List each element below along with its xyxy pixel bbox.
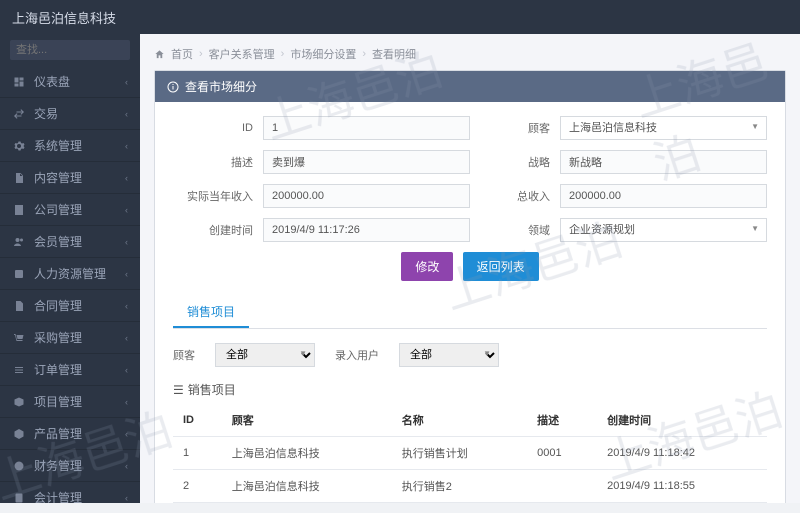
sub-tabs: 销售项目	[173, 297, 767, 329]
subtable-title: 销售项目	[188, 381, 236, 398]
sidebar-item[interactable]: 订单管理‹	[0, 354, 140, 386]
tab-sales-project[interactable]: 销售项目	[173, 297, 249, 328]
field-domain[interactable]: 企业资源规划	[560, 218, 767, 242]
breadcrumb-2[interactable]: 市场细分设置	[290, 46, 356, 62]
col-desc: 描述	[527, 404, 597, 437]
edit-button[interactable]: 修改	[401, 252, 453, 281]
field-desc[interactable]	[263, 150, 470, 174]
table-row[interactable]: 1上海邑泊信息科技执行销售计划00012019/4/9 11:18:42	[173, 437, 767, 470]
sidebar-item[interactable]: 系统管理‹	[0, 130, 140, 162]
breadcrumb: 首页 › 客户关系管理 › 市场细分设置 › 查看明细	[154, 42, 786, 70]
subtable-title-row: ☰ 销售项目	[173, 373, 767, 404]
building-icon	[12, 203, 26, 217]
chevron-icon: ‹	[125, 77, 128, 87]
col-id: ID	[173, 404, 222, 437]
breadcrumb-3: 查看明细	[372, 46, 416, 62]
filter-user[interactable]: 全部	[399, 343, 499, 367]
sidebar: 仪表盘‹交易‹系统管理‹内容管理‹公司管理‹会员管理‹人力资源管理‹合同管理‹采…	[0, 34, 140, 503]
sidebar-nav: 仪表盘‹交易‹系统管理‹内容管理‹公司管理‹会员管理‹人力资源管理‹合同管理‹采…	[0, 66, 140, 503]
sidebar-item[interactable]: 会员管理‹	[0, 226, 140, 258]
chevron-icon: ‹	[125, 205, 128, 215]
info-icon	[167, 81, 179, 93]
filter-customer-label: 顾客	[173, 347, 195, 363]
users-icon	[12, 235, 26, 249]
sidebar-item[interactable]: 内容管理‹	[0, 162, 140, 194]
chevron-icon: ‹	[125, 397, 128, 407]
filter-customer[interactable]: 全部	[215, 343, 315, 367]
back-button[interactable]: 返回列表	[463, 252, 539, 281]
col-name: 名称	[392, 404, 527, 437]
label-created: 创建时间	[173, 222, 263, 238]
field-total-income[interactable]	[560, 184, 767, 208]
sidebar-search	[0, 34, 140, 66]
panel-title: 查看市场细分	[185, 78, 257, 95]
cube-icon	[12, 427, 26, 441]
detail-panel: 查看市场细分 ID 顾客 上海邑泊信息科技 描述	[154, 70, 786, 503]
sidebar-item[interactable]: 合同管理‹	[0, 290, 140, 322]
sidebar-item[interactable]: 交易‹	[0, 98, 140, 130]
sidebar-item[interactable]: 采购管理‹	[0, 322, 140, 354]
field-income-year[interactable]	[263, 184, 470, 208]
table-row[interactable]: 2上海邑泊信息科技执行销售22019/4/9 11:18:55	[173, 470, 767, 503]
chevron-icon: ‹	[125, 237, 128, 247]
col-created: 创建时间	[597, 404, 767, 437]
chevron-icon: ‹	[125, 269, 128, 279]
cart-icon	[12, 331, 26, 345]
box-icon	[12, 395, 26, 409]
brand: 上海邑泊信息科技	[12, 8, 116, 27]
label-income-year: 实际当年收入	[173, 188, 263, 204]
panel-header: 查看市场细分	[155, 71, 785, 102]
list-icon: ☰	[173, 383, 184, 397]
breadcrumb-1[interactable]: 客户关系管理	[209, 46, 275, 62]
chevron-icon: ‹	[125, 109, 128, 119]
main-content: 首页 › 客户关系管理 › 市场细分设置 › 查看明细 查看市场细分 ID	[140, 34, 800, 503]
sidebar-item[interactable]: 人力资源管理‹	[0, 258, 140, 290]
label-id: ID	[173, 122, 263, 134]
doc-icon	[12, 171, 26, 185]
money-icon	[12, 459, 26, 473]
label-customer: 顾客	[470, 120, 560, 136]
chevron-icon: ‹	[125, 461, 128, 471]
home-icon	[154, 49, 165, 60]
field-id[interactable]	[263, 116, 470, 140]
label-strategy: 战略	[470, 154, 560, 170]
chevron-icon: ‹	[125, 301, 128, 311]
badge-icon	[12, 267, 26, 281]
field-customer[interactable]: 上海邑泊信息科技	[560, 116, 767, 140]
list-icon	[12, 363, 26, 377]
chevron-icon: ‹	[125, 493, 128, 503]
field-created[interactable]	[263, 218, 470, 242]
sidebar-item[interactable]: 公司管理‹	[0, 194, 140, 226]
label-field: 领域	[470, 222, 560, 238]
sidebar-item[interactable]: 会计管理‹	[0, 482, 140, 503]
dashboard-icon	[12, 75, 26, 89]
label-total-income: 总收入	[470, 188, 560, 204]
exchange-icon	[12, 107, 26, 121]
gear-icon	[12, 139, 26, 153]
chevron-icon: ‹	[125, 429, 128, 439]
sidebar-item[interactable]: 财务管理‹	[0, 450, 140, 482]
label-desc: 描述	[173, 154, 263, 170]
sidebar-item[interactable]: 仪表盘‹	[0, 66, 140, 98]
breadcrumb-home[interactable]: 首页	[171, 46, 193, 62]
sales-table: ID 顾客 名称 描述 创建时间 1上海邑泊信息科技执行销售计划00012019…	[173, 404, 767, 503]
field-strategy[interactable]	[560, 150, 767, 174]
chevron-icon: ‹	[125, 365, 128, 375]
col-customer: 顾客	[222, 404, 392, 437]
sidebar-item[interactable]: 项目管理‹	[0, 386, 140, 418]
file-icon	[12, 299, 26, 313]
chevron-icon: ‹	[125, 141, 128, 151]
chevron-icon: ‹	[125, 333, 128, 343]
filter-user-label: 录入用户	[335, 347, 379, 363]
calc-icon	[12, 491, 26, 504]
topbar: 上海邑泊信息科技	[0, 0, 800, 34]
chevron-icon: ‹	[125, 173, 128, 183]
sidebar-item[interactable]: 产品管理‹	[0, 418, 140, 450]
search-input[interactable]	[10, 40, 130, 60]
